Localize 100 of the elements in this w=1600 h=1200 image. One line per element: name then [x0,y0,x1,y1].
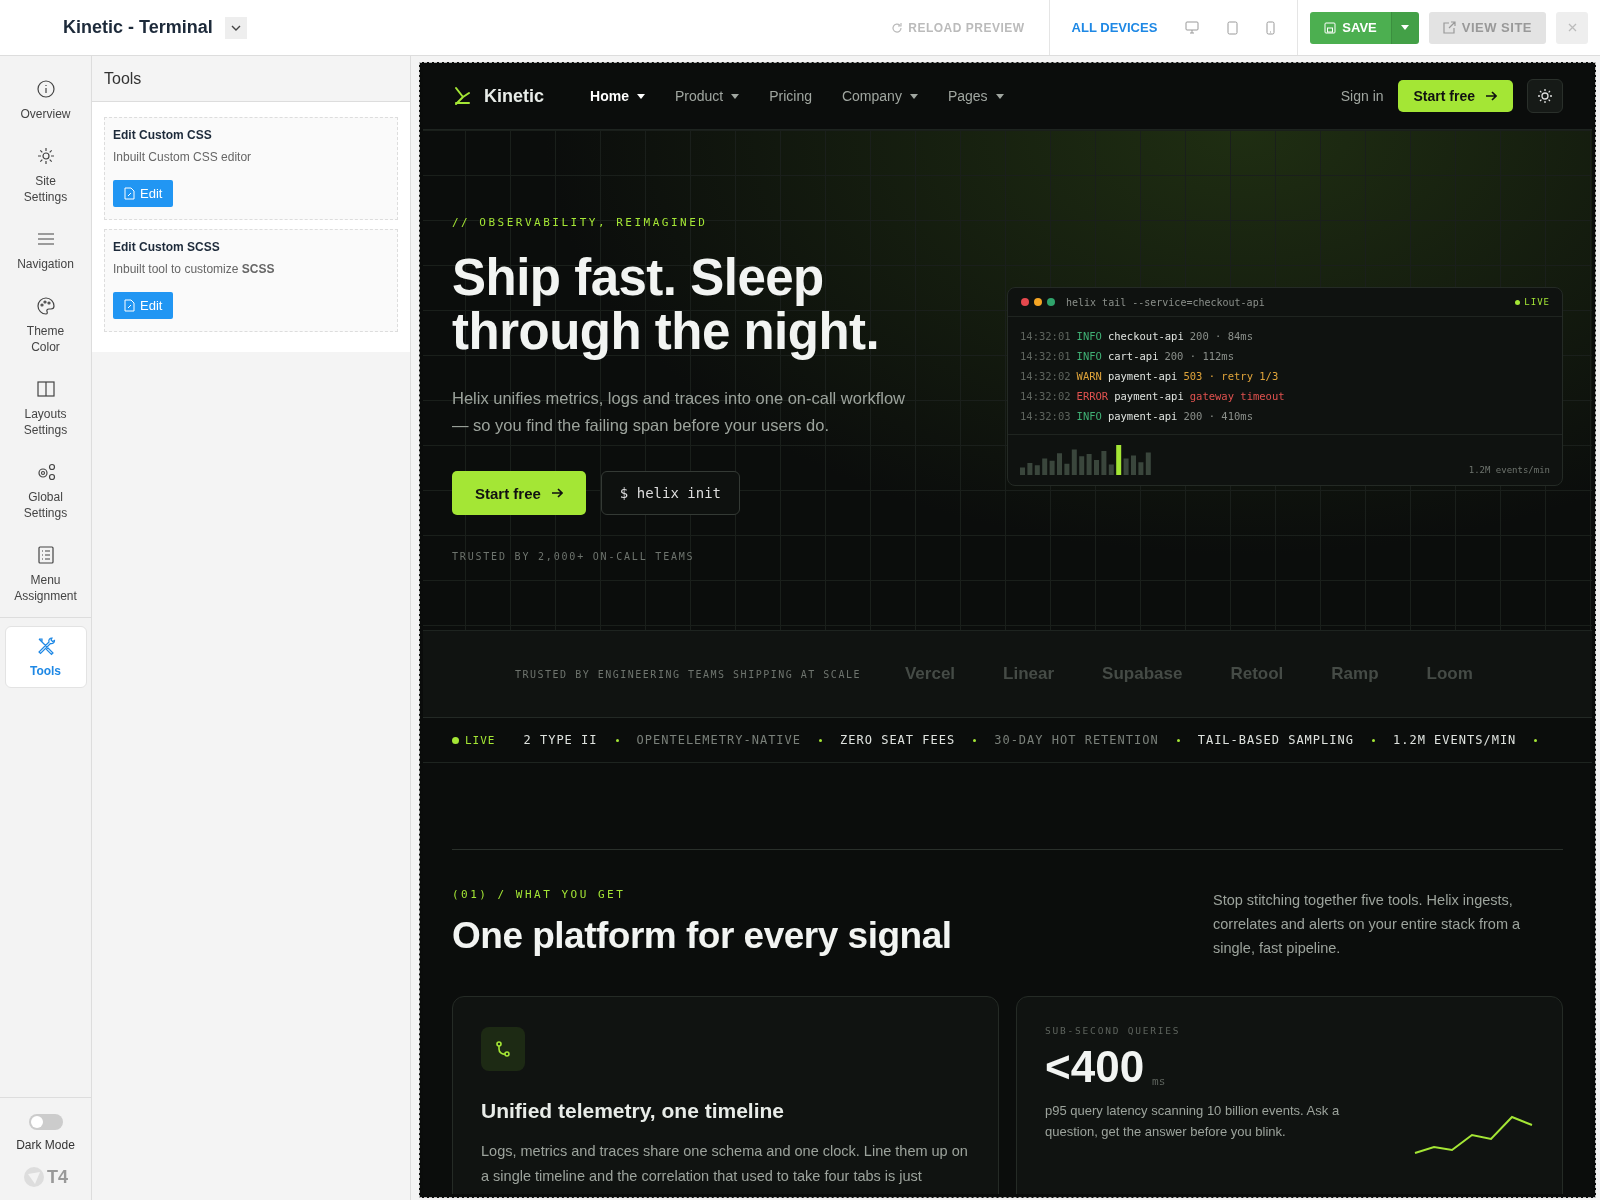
log-level: INFO [1076,349,1102,364]
terminal-command: helix tail --service=checkout-api [1066,296,1265,308]
company-logo: Loom [1426,664,1473,684]
log-level: ERROR [1076,389,1109,404]
sidebar-item[interactable]: Site Settings [4,137,87,213]
ticker-item: 30-DAY HOT RETENTION [994,733,1159,747]
start-free-button[interactable]: Start free [1397,80,1513,112]
company-logo: Ramp [1331,664,1379,684]
ticker-item: 2 TYPE II [523,733,598,747]
nav-link[interactable]: Product [674,88,740,104]
stat-description: p95 query latency scanning 10 billion events. Ask a question, get the answer before you blink. [1045,1102,1341,1141]
dark-mode-toggle[interactable] [28,1114,63,1130]
log-time: 14:32:03 [1020,409,1071,424]
tool-description: Inbuilt Custom CSS editor [113,150,253,164]
log-detail: gateway timeout [1189,389,1285,404]
sidebar-item[interactable]: Theme Color [4,287,87,363]
tool-title: Edit Custom SCSS [113,240,221,254]
save-options-button[interactable] [1390,11,1419,44]
hero-headline: Ship fast. Sleep through the night. [452,251,881,359]
log-level: INFO [1076,329,1102,344]
columns-icon [34,378,57,400]
log-detail: 200 · 112ms [1164,349,1234,364]
sidebar-item[interactable]: Layouts Settings [4,370,87,446]
section-heading: One platform for every signal [452,915,952,957]
log-service: checkout-api [1107,329,1184,344]
nav-link[interactable]: Home [590,88,645,104]
title-dropdown-button[interactable] [224,16,247,39]
trusted-caption: TRUSTED BY 2,000+ ON-CALL TEAMS [452,551,696,562]
tool-title: Edit Custom CSS [113,128,213,142]
company-logo: Supabase [1102,664,1183,684]
log-time: 14:32:01 [1020,349,1071,364]
arrow-icon [1485,91,1497,101]
company-logo: Linear [1003,664,1055,684]
section-eyebrow: (01) / WHAT YOU GET [452,888,627,901]
stat-unit: ms [1152,1075,1166,1088]
ticker-item: TAIL-BASED SAMPLING [1197,733,1354,747]
sun-icon [1537,88,1553,104]
live-indicator: LIVE [1515,297,1550,307]
live-indicator: LIVE [452,733,496,747]
sign-in-link[interactable]: Sign in [1340,88,1384,104]
logos-caption: TRUSTED BY ENGINEERING TEAMS SHIPPING AT SCALE [515,668,861,680]
arrow-icon [550,488,563,498]
section-intro: Stop stitching together five tools. Helix ingests, correlates and alerts on your entire stack from a single, fast pipeline. [1213,891,1522,958]
feature-description: Logs, metrics and traces share one schema and one clock. Line them up on a single timeline and the correlation that used to take four tabs is just [481,1142,969,1186]
hero-eyebrow: // OBSERVABILITY, REIMAGINED [452,216,709,229]
window-controls-icon [1020,297,1058,307]
log-detail: 503 · retry 1/3 [1183,369,1279,384]
branch-icon [481,1027,525,1071]
logo-mark-icon [452,86,472,106]
nav-link[interactable]: Pricing [769,88,812,104]
site-title: Kinetic - Terminal [63,17,213,38]
nav-link[interactable]: Company [841,88,918,104]
sidebar-item[interactable]: Tools [4,626,87,688]
log-time: 14:32:02 [1020,369,1071,384]
ticker-item: ZERO SEAT FEES [840,733,956,747]
brand-logo[interactable]: Kinetic [452,85,544,107]
close-button[interactable] [1556,11,1588,44]
caret-icon [1401,25,1410,30]
external-link-icon [1442,21,1456,34]
tool-description: Inbuilt tool to customize SCSS [113,262,276,276]
reload-icon [891,21,904,34]
feature-title: Unified telemetry, one timeline [481,1099,785,1123]
company-logo: Vercel [904,664,956,684]
sidebar-item[interactable]: Menu Assignment [4,536,87,612]
sidebar-item[interactable]: Navigation [4,220,87,280]
company-logo: Retool [1230,664,1284,684]
stat-value: <400 [1045,1042,1145,1092]
start-free-button[interactable]: Start free [452,471,586,515]
log-detail: 200 · 410ms [1183,409,1253,424]
ticker-item: 1.2M EVENTS/MIN [1392,733,1517,747]
close-icon [1567,23,1577,32]
phone-icon [1266,20,1276,35]
dark-mode-label: Dark Mode [16,1138,75,1152]
palette-icon [34,295,57,317]
info-icon [34,78,57,100]
brand-logo: T4 [23,1166,68,1188]
stat-eyebrow: SUB-SECOND QUERIES [1045,1025,1182,1036]
sidebar-item[interactable]: Overview [4,70,87,130]
log-level: WARN [1076,369,1102,384]
nav-link[interactable]: Pages [947,88,1004,104]
event-rate: 1.2M events/min [1468,465,1550,475]
log-time: 14:32:02 [1020,389,1071,404]
caret-icon [230,24,241,31]
theme-toggle-button[interactable] [1527,79,1563,113]
tablet-icon [1227,20,1239,35]
log-service: payment-api [1107,409,1178,424]
document-icon [124,299,135,312]
install-command-button[interactable]: $ helix init [600,471,740,515]
hero-description: Helix unifies metrics, logs and traces into one on-call workflow — so you find the failing span before your users do. [452,388,907,436]
sidebar-item[interactable]: Global Settings [4,453,87,529]
document-icon [124,187,135,200]
log-detail: 200 · 84ms [1189,329,1253,344]
log-time: 14:32:01 [1020,329,1071,344]
all-devices-tab[interactable]: ALL DEVICES [1063,20,1166,35]
desktop-icon [1185,21,1200,34]
ticker-item: OPENTELEMETRY-NATIVE [636,733,802,747]
log-level: INFO [1076,409,1102,424]
log-service: cart-api [1107,349,1159,364]
log-service: payment-api [1114,389,1184,404]
log-service: payment-api [1107,369,1178,384]
